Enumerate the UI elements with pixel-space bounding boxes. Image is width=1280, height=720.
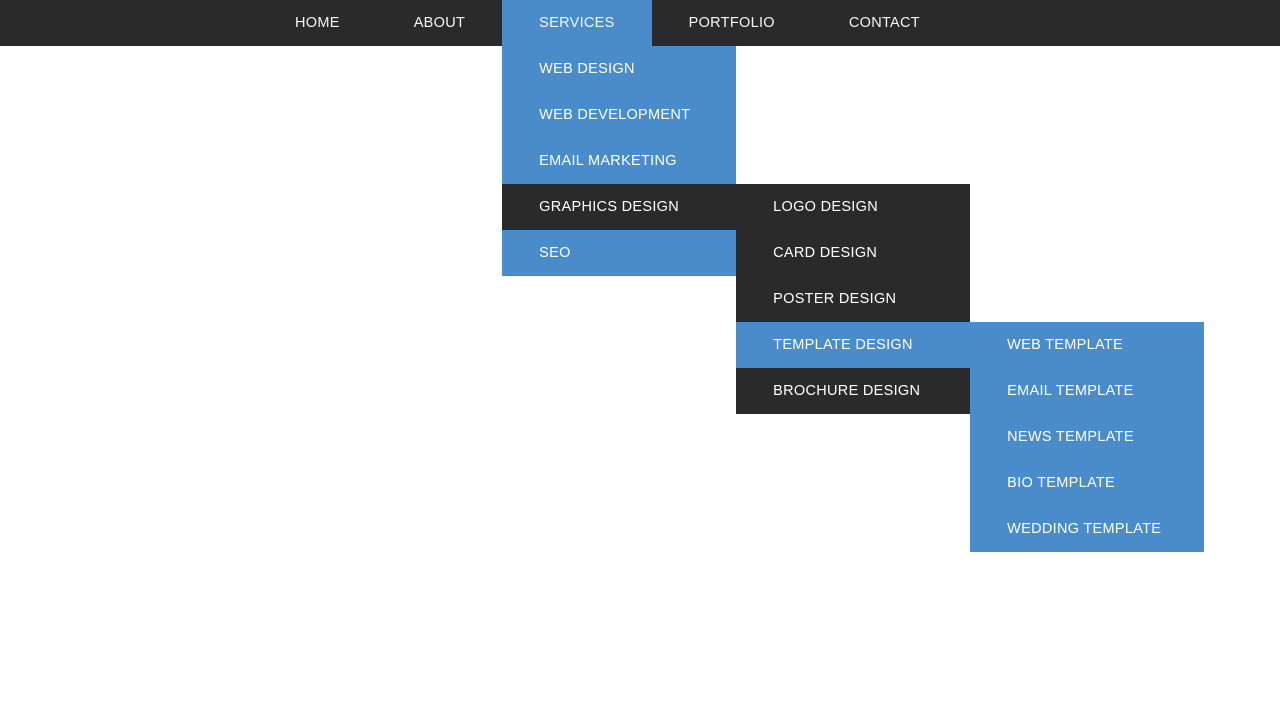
- templates-submenu: WEB TEMPLATE EMAIL TEMPLATE NEWS TEMPLAT…: [970, 322, 1204, 552]
- subsub-news-template[interactable]: NEWS TEMPLATE: [970, 414, 1204, 460]
- submenu-template-design[interactable]: TEMPLATE DESIGN WEB TEMPLATE EMAIL TEMPL…: [736, 322, 970, 368]
- nav-contact[interactable]: CONTACT: [812, 0, 957, 46]
- submenu-label: TEMPLATE DESIGN: [773, 337, 913, 353]
- dropdown-email-marketing[interactable]: EMAIL MARKETING: [502, 138, 736, 184]
- subsub-email-template[interactable]: EMAIL TEMPLATE: [970, 368, 1204, 414]
- subsub-label: EMAIL TEMPLATE: [1007, 383, 1133, 399]
- nav-home[interactable]: HOME: [258, 0, 377, 46]
- subsub-label: WEDDING TEMPLATE: [1007, 521, 1161, 537]
- nav-label: PORTFOLIO: [689, 15, 775, 31]
- submenu-label: CARD DESIGN: [773, 245, 877, 261]
- subsub-wedding-template[interactable]: WEDDING TEMPLATE: [970, 506, 1204, 552]
- submenu-poster-design[interactable]: POSTER DESIGN: [736, 276, 970, 322]
- dropdown-seo[interactable]: SEO: [502, 230, 736, 276]
- nav-label: CONTACT: [849, 15, 920, 31]
- submenu-label: POSTER DESIGN: [773, 291, 896, 307]
- subsub-label: NEWS TEMPLATE: [1007, 429, 1134, 445]
- navbar: HOME ABOUT SERVICES WEB DESIGN WEB DEVEL…: [0, 0, 1280, 46]
- submenu-card-design[interactable]: CARD DESIGN: [736, 230, 970, 276]
- nav-label: ABOUT: [414, 15, 465, 31]
- dropdown-label: WEB DESIGN: [539, 61, 635, 77]
- submenu-label: BROCHURE DESIGN: [773, 383, 920, 399]
- submenu-brochure-design[interactable]: BROCHURE DESIGN: [736, 368, 970, 414]
- subsub-web-template[interactable]: WEB TEMPLATE: [970, 322, 1204, 368]
- dropdown-web-design[interactable]: WEB DESIGN: [502, 46, 736, 92]
- subsub-label: WEB TEMPLATE: [1007, 337, 1123, 353]
- nav-services[interactable]: SERVICES WEB DESIGN WEB DEVELOPMENT EMAI…: [502, 0, 651, 46]
- nav-portfolio[interactable]: PORTFOLIO: [652, 0, 812, 46]
- dropdown-label: EMAIL MARKETING: [539, 153, 677, 169]
- services-dropdown: WEB DESIGN WEB DEVELOPMENT EMAIL MARKETI…: [502, 46, 736, 276]
- dropdown-label: WEB DEVELOPMENT: [539, 107, 690, 123]
- dropdown-web-development[interactable]: WEB DEVELOPMENT: [502, 92, 736, 138]
- submenu-label: LOGO DESIGN: [773, 199, 878, 215]
- dropdown-label: SEO: [539, 245, 571, 261]
- submenu-logo-design[interactable]: LOGO DESIGN: [736, 184, 970, 230]
- dropdown-graphics-design[interactable]: GRAPHICS DESIGN LOGO DESIGN CARD DESIGN …: [502, 184, 736, 230]
- nav-label: SERVICES: [539, 15, 614, 31]
- subsub-bio-template[interactable]: BIO TEMPLATE: [970, 460, 1204, 506]
- dropdown-label: GRAPHICS DESIGN: [539, 199, 679, 215]
- subsub-label: BIO TEMPLATE: [1007, 475, 1115, 491]
- nav-about[interactable]: ABOUT: [377, 0, 502, 46]
- graphics-submenu: LOGO DESIGN CARD DESIGN POSTER DESIGN TE…: [736, 184, 970, 414]
- nav-label: HOME: [295, 15, 340, 31]
